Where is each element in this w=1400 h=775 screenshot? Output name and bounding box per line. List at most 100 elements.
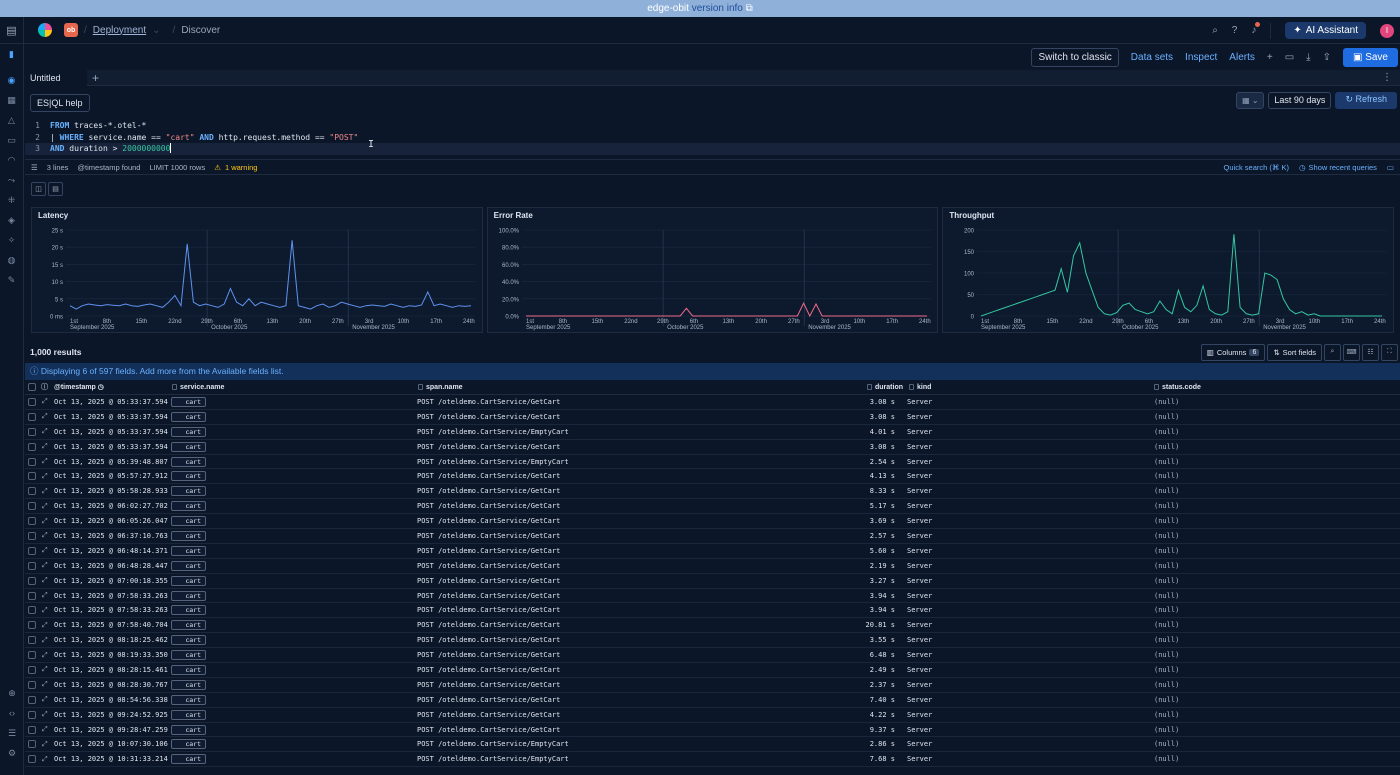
expand-row-icon[interactable]: ⤢ (42, 427, 48, 436)
table-row[interactable]: ⤢ Oct 13, 2025 @ 06:48:14.371 cart POST /ot… (25, 544, 1400, 559)
slo-icon[interactable]: ◠ (0, 150, 23, 170)
cell-service-badge[interactable]: cart (171, 635, 206, 646)
infrastructure-icon[interactable]: ⁜ (0, 190, 23, 210)
table-row[interactable]: ⤢ Oct 13, 2025 @ 10:07:30.106 cart POST /ot… (25, 737, 1400, 753)
row-checkbox[interactable] (28, 531, 36, 540)
row-checkbox[interactable] (28, 457, 36, 466)
row-checkbox[interactable] (28, 427, 36, 436)
expand-row-icon[interactable]: ⤢ (42, 665, 48, 674)
expand-row-icon[interactable]: ⤢ (42, 710, 48, 719)
expand-row-icon[interactable]: ⤢ (42, 442, 48, 451)
dev-tools-icon[interactable]: ✎ (0, 270, 23, 290)
row-checkbox[interactable] (28, 606, 36, 615)
hamburger-icon[interactable]: ☰ (31, 163, 38, 172)
row-checkbox[interactable] (28, 412, 36, 421)
row-checkbox[interactable] (28, 680, 36, 689)
expand-row-icon[interactable]: ⤢ (42, 695, 48, 704)
dashboard-app-icon[interactable]: ▮ (0, 44, 23, 64)
column-header-timestamp[interactable]: @timestamp ◷ (54, 383, 104, 391)
row-checkbox[interactable] (28, 636, 36, 645)
expand-row-icon[interactable]: ⤢ (42, 457, 48, 466)
row-checkbox[interactable] (28, 397, 36, 406)
expand-row-icon[interactable]: ⤢ (42, 517, 48, 526)
cell-service-badge[interactable]: cart (171, 486, 206, 497)
fullscreen-icon[interactable]: ⛶ (1381, 343, 1398, 361)
discover-icon[interactable]: ◉ (0, 70, 23, 90)
table-row[interactable]: ⤢ Oct 13, 2025 @ 09:28:47.259 cart POST /ot… (25, 723, 1400, 738)
expand-row-icon[interactable]: ⤢ (42, 487, 48, 496)
grid-search-icon[interactable]: ⌕ (1324, 343, 1341, 361)
display-settings-icon[interactable]: ☷ (1362, 343, 1379, 361)
expand-row-icon[interactable]: ⤢ (42, 591, 48, 600)
cell-service-badge[interactable]: cart (171, 411, 206, 422)
apm-icon[interactable]: ⤳ (0, 170, 23, 190)
expand-row-icon[interactable]: ⤢ (42, 531, 48, 540)
warning-count[interactable]: 1 warning (225, 163, 258, 172)
search-icon[interactable]: ⌕ (1212, 25, 1218, 36)
column-header-span[interactable]: span.name (418, 384, 463, 391)
column-header-status[interactable]: status.code (1154, 384, 1201, 391)
table-row[interactable]: ⤢ Oct 13, 2025 @ 08:54:56.338 cart POST /ot… (25, 693, 1400, 708)
share-icon[interactable]: ⇪ (1323, 52, 1331, 63)
cell-service-badge[interactable]: cart (171, 516, 206, 527)
machine-learning-icon[interactable]: ✧ (0, 230, 23, 250)
quick-search-link[interactable]: Quick search (⌘ K) (1224, 163, 1289, 172)
row-checkbox[interactable] (28, 695, 36, 704)
space-avatar[interactable]: ob (64, 23, 78, 37)
toggle-chart-icon[interactable]: ▤ (48, 182, 63, 196)
alerts-link[interactable]: Alerts (1229, 52, 1255, 63)
side-nav-toggle-icon[interactable]: ▤ (0, 16, 24, 44)
row-checkbox[interactable] (28, 561, 36, 570)
inspect-link[interactable]: Inspect (1185, 52, 1217, 63)
show-recent-queries-link[interactable]: Show recent queries (1309, 163, 1377, 172)
row-checkbox[interactable] (28, 621, 36, 630)
table-row[interactable]: ⤢ Oct 13, 2025 @ 08:28:30.767 cart POST /ot… (25, 678, 1400, 693)
cases-icon[interactable]: ▭ (0, 130, 23, 150)
user-avatar[interactable]: I (1380, 23, 1394, 38)
new-icon[interactable]: + (1267, 52, 1273, 63)
alerts-icon[interactable]: △ (0, 110, 23, 130)
expand-row-icon[interactable]: ⤢ (42, 651, 48, 660)
dashboards-icon[interactable]: ▦ (0, 90, 23, 110)
cell-service-badge[interactable]: cart (171, 426, 206, 437)
row-checkbox[interactable] (28, 740, 36, 749)
expand-row-icon[interactable]: ⤢ (42, 636, 48, 645)
row-checkbox[interactable] (28, 576, 36, 585)
cell-service-badge[interactable]: cart (171, 694, 206, 705)
expand-row-icon[interactable]: ⤢ (42, 606, 48, 615)
expand-row-icon[interactable]: ⤢ (42, 755, 48, 764)
table-row[interactable]: ⤢ Oct 13, 2025 @ 05:39:48.807 cart POST /ot… (25, 455, 1400, 470)
expand-row-icon[interactable]: ⤢ (42, 502, 48, 511)
table-row[interactable]: ⤢ Oct 13, 2025 @ 06:37:10.763 cart POST /ot… (25, 529, 1400, 544)
maps-icon[interactable]: ◍ (0, 250, 23, 270)
table-row[interactable]: ⤢ Oct 13, 2025 @ 09:24:52.925 cart POST /ot… (25, 708, 1400, 723)
table-row[interactable]: ⤢ Oct 13, 2025 @ 08:19:33.350 cart POST /ot… (25, 648, 1400, 664)
cell-service-badge[interactable]: cart (171, 396, 206, 407)
cell-service-badge[interactable]: cart (171, 620, 206, 631)
row-checkbox[interactable] (28, 442, 36, 451)
cell-service-badge[interactable]: cart (171, 545, 206, 556)
cell-service-badge[interactable]: cart (171, 650, 206, 661)
cell-service-badge[interactable]: cart (171, 456, 206, 467)
help-icon[interactable]: ? (1232, 25, 1238, 36)
table-row[interactable]: ⤢ Oct 13, 2025 @ 05:33:37.594 cart POST /ot… (25, 440, 1400, 455)
time-range-picker[interactable]: Last 90 days (1268, 92, 1332, 109)
tabs-more-icon[interactable]: ⋮ (1382, 72, 1392, 83)
expand-row-icon[interactable]: ⤢ (42, 561, 48, 570)
cell-service-badge[interactable]: cart (171, 709, 206, 720)
row-checkbox[interactable] (28, 502, 36, 511)
column-header-kind[interactable]: kind (909, 384, 931, 391)
cell-service-badge[interactable]: cart (171, 754, 206, 765)
version-info-link[interactable]: version info (692, 3, 743, 14)
open-folder-icon[interactable]: ▭ (1285, 52, 1294, 63)
expand-row-icon[interactable]: ⤢ (42, 576, 48, 585)
table-row[interactable]: ⤢ Oct 13, 2025 @ 06:48:28.447 cart POST /ot… (25, 559, 1400, 574)
cell-service-badge[interactable]: cart (171, 739, 206, 750)
expand-row-icon[interactable]: ⤢ (42, 621, 48, 630)
calendar-icon[interactable]: ▦ ⌄ (1236, 92, 1265, 109)
table-row[interactable]: ⤢ Oct 13, 2025 @ 08:18:25.462 cart POST /ot… (25, 633, 1400, 649)
synthetics-icon[interactable]: ◈ (0, 210, 23, 230)
cell-service-badge[interactable]: cart (171, 590, 206, 601)
expand-row-icon[interactable]: ⤢ (42, 472, 48, 481)
save-button[interactable]: ▣ Save (1342, 47, 1398, 67)
